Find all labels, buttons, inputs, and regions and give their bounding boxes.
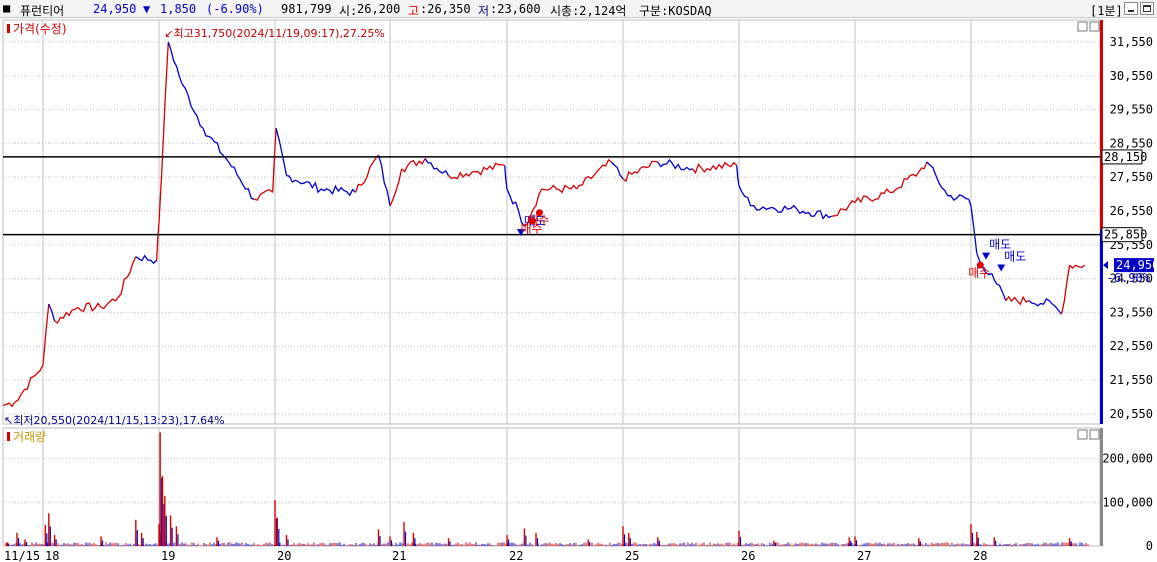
panel-close-icon[interactable]	[1089, 429, 1100, 440]
price-title-marker	[7, 24, 10, 33]
sell-signal-label: 매도	[1004, 249, 1026, 263]
price-tick-label: 28,550	[1110, 136, 1153, 150]
volume-scale-strip	[1100, 428, 1103, 546]
price-tick-label: 21,550	[1110, 373, 1153, 387]
x-axis-label: 11/15	[4, 549, 40, 562]
volume-title-marker	[7, 432, 10, 441]
current-price-pointer-icon	[1103, 261, 1108, 270]
price-tick-label: 22,550	[1110, 339, 1153, 353]
volume-panel-title: 거래량	[13, 430, 46, 444]
volume-tick-label: 0	[1146, 539, 1153, 553]
price-tick-label: 23,550	[1110, 305, 1153, 319]
price-tick-label: 27,550	[1110, 170, 1153, 184]
low-annotation: ↖최저20,550(2024/11/15,13:23),17.64%	[4, 414, 225, 427]
price-tick-label: 30,550	[1110, 69, 1153, 83]
scale-down-strip	[1100, 230, 1103, 424]
x-axis-label: 20	[277, 549, 291, 562]
price-tick-label: 26,550	[1110, 204, 1153, 218]
price-tick-label: 20,550	[1110, 407, 1153, 421]
buy-signal-label: 매수	[968, 266, 990, 280]
reference-label-2: 25,850	[1104, 228, 1147, 242]
x-axis-label: 22	[509, 549, 523, 562]
volume-panel	[2, 427, 1101, 547]
current-pct-label: -6.90%	[1107, 271, 1151, 285]
x-axis-label: 26	[741, 549, 755, 562]
x-axis-label: 18	[45, 549, 59, 562]
x-axis-label: 27	[857, 549, 871, 562]
current-price-label: 24,950	[1116, 258, 1157, 272]
stock-chart[interactable]: 31,55030,55029,55028,55027,55026,55025,5…	[0, 0, 1157, 562]
x-axis-label: 25	[625, 549, 639, 562]
x-axis-label: 28	[973, 549, 987, 562]
price-panel-title: 가격(수정)	[13, 22, 67, 36]
volume-tick-label: 100,000	[1102, 495, 1153, 509]
scale-up-strip	[1100, 20, 1103, 230]
price-tick-label: 29,550	[1110, 103, 1153, 117]
panel-options-icon[interactable]	[1077, 429, 1088, 440]
high-annotation: ↙최고31,750(2024/11/19,09:17),27.25%	[164, 27, 385, 40]
x-axis-label: 19	[161, 549, 175, 562]
volume-tick-label: 200,000	[1102, 452, 1153, 466]
price-tick-label: 31,550	[1110, 35, 1153, 49]
panel-close-icon[interactable]	[1089, 21, 1100, 32]
panel-options-icon[interactable]	[1077, 21, 1088, 32]
x-axis-label: 21	[392, 549, 406, 562]
buy-signal-label: 매수	[527, 214, 549, 228]
reference-label-1: 28,150	[1104, 150, 1147, 164]
price-panel	[2, 19, 1101, 425]
